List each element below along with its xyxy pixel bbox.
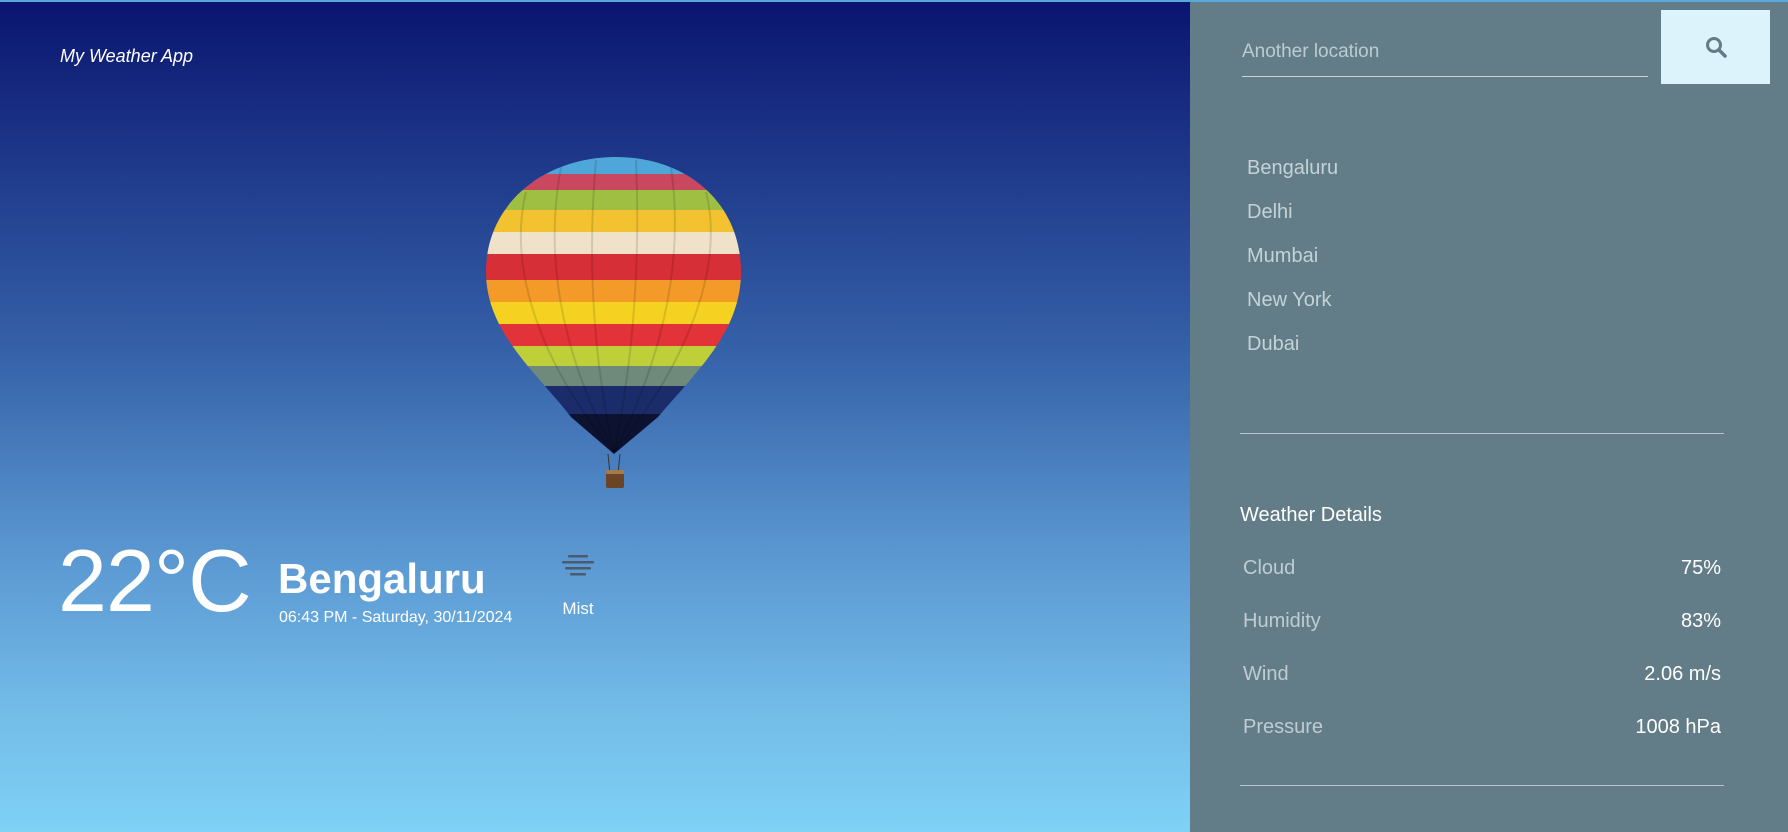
detail-row-pressure: Pressure 1008 hPa	[1243, 716, 1721, 739]
mist-icon	[562, 555, 594, 576]
detail-label: Pressure	[1243, 716, 1324, 738]
current-city: Bengaluru	[278, 555, 486, 602]
detail-row-cloud: Cloud 75%	[1243, 557, 1721, 580]
location-item[interactable]: New York	[1247, 288, 1338, 332]
location-item[interactable]: Mumbai	[1247, 244, 1338, 288]
weather-hero: My Weather App 22°C Bengaluru 06:43 PM -…	[0, 2, 1190, 832]
search-icon	[1705, 37, 1727, 58]
location-item[interactable]: Dubai	[1247, 332, 1338, 376]
divider	[1240, 433, 1724, 434]
weather-details-title: Weather Details	[1240, 504, 1382, 526]
location-list: Bengaluru Delhi Mumbai New York Dubai	[1247, 156, 1338, 376]
detail-row-humidity: Humidity 83%	[1243, 610, 1721, 633]
detail-label: Wind	[1243, 663, 1289, 685]
search-button[interactable]	[1661, 10, 1770, 84]
divider	[1240, 785, 1724, 786]
detail-label: Humidity	[1243, 610, 1321, 632]
detail-value: 1008 hPa	[1635, 716, 1721, 738]
location-item[interactable]: Delhi	[1247, 200, 1338, 244]
current-datetime: 06:43 PM - Saturday, 30/11/2024	[279, 609, 513, 626]
detail-value: 83%	[1680, 610, 1721, 632]
location-search-input[interactable]	[1242, 28, 1648, 77]
detail-row-wind: Wind 2.06 m/s	[1243, 663, 1721, 686]
side-panel: Bengaluru Delhi Mumbai New York Dubai We…	[1190, 2, 1788, 832]
app-title: My Weather App	[60, 46, 194, 66]
current-temperature: 22°C	[58, 531, 252, 630]
hot-air-balloon-image	[486, 157, 741, 488]
weather-condition: Mist	[562, 599, 594, 618]
detail-value: 75%	[1680, 557, 1721, 579]
detail-label: Cloud	[1243, 557, 1296, 579]
location-item[interactable]: Bengaluru	[1247, 156, 1338, 200]
detail-value: 2.06 m/s	[1644, 663, 1721, 685]
